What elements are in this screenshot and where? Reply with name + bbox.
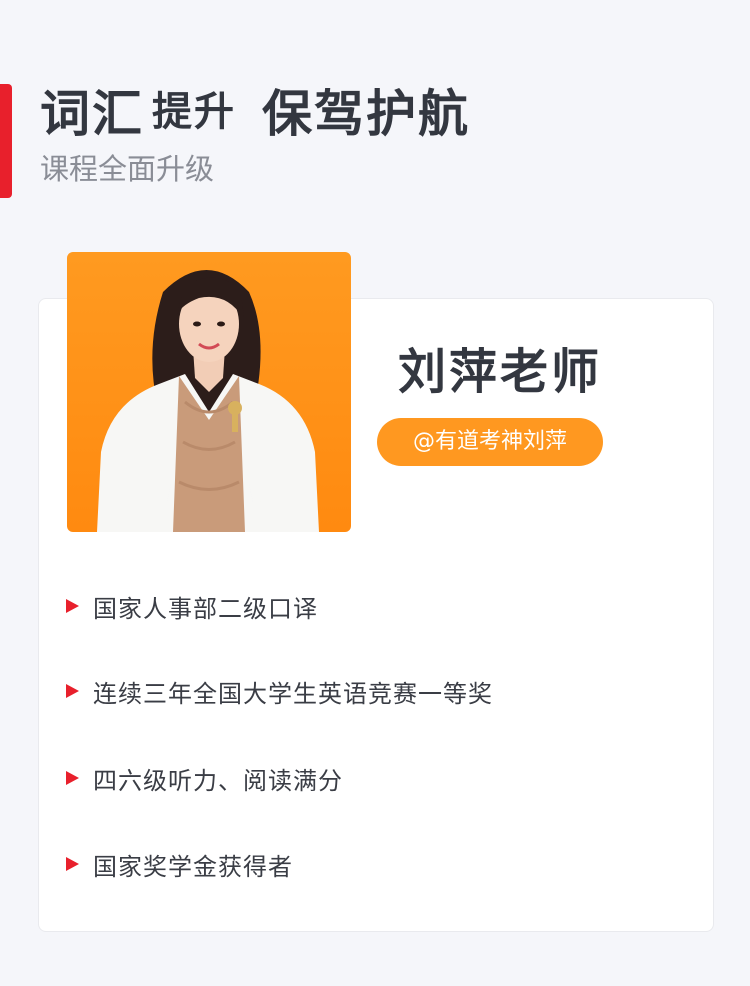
credential-text: 国家人事部二级口译 [93,594,318,623]
teacher-photo [67,252,351,532]
credential-item-2: 连续三年全国大学生英语竞赛一等奖 [64,674,493,708]
credential-text: 四六级听力、阅读满分 [93,766,343,795]
red-triangle-icon [66,599,79,613]
credential-item-4: 国家奖学金获得者 [64,847,293,881]
red-triangle-icon [66,771,79,785]
credential-text: 国家奖学金获得者 [93,852,293,881]
title-word-2: 提升 [152,89,236,135]
credential-item-3: 四六级听力、阅读满分 [64,761,343,795]
red-triangle-icon [66,857,79,871]
teacher-handle-badge: @有道考神刘萍 [377,418,603,466]
page-title: 词汇 提升 保驾护航 [40,74,470,146]
page-subtitle: 课程全面升级 [40,152,215,186]
credential-text: 连续三年全国大学生英语竞赛一等奖 [93,679,493,708]
red-triangle-icon [66,684,79,698]
teacher-name: 刘萍老师 [398,344,603,400]
teacher-portrait-illustration [97,270,319,532]
title-word-1: 词汇 [40,85,144,143]
accent-bar [0,84,12,198]
title-word-3: 保驾护航 [262,85,470,143]
credential-item-1: 国家人事部二级口译 [64,589,318,623]
